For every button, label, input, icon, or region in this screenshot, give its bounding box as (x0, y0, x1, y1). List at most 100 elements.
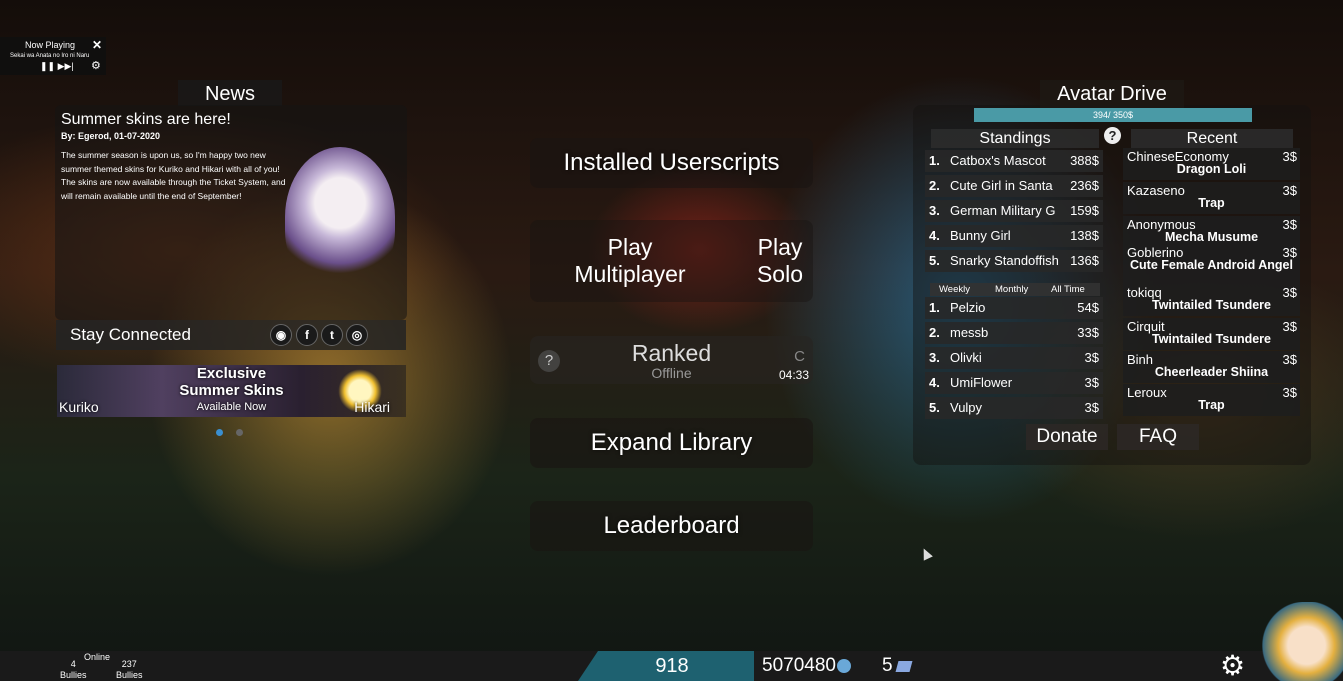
ticket-icon (895, 661, 913, 672)
ranked-status: Offline (651, 365, 692, 381)
news-byline: By: Egerod, 01-07-2020 (61, 131, 161, 141)
standings-rank: 4. (929, 228, 940, 243)
donor-name: Pelzio (950, 300, 986, 315)
donor-rank: 5. (929, 400, 940, 415)
expand-library-button[interactable]: Expand Library (530, 418, 813, 468)
promo-banner[interactable]: Exclusive Summer Skins Available Now Kur… (57, 365, 406, 417)
progress-text: 394/ 350$ (1092, 110, 1134, 120)
news-title: Summer skins are here! (61, 111, 231, 128)
donor-name: UmiFlower (950, 375, 1013, 390)
news-character-art (285, 147, 395, 287)
playback-controls[interactable]: ❚❚ ▶▶| (40, 61, 74, 72)
play-solo-button[interactable]: Play Solo (740, 234, 820, 288)
facebook-icon[interactable]: f (296, 324, 318, 346)
carousel-dots (216, 423, 256, 441)
donor-name: Vulpy (950, 400, 983, 415)
news-body: The summer season is upon us, so I'm hap… (61, 149, 296, 203)
recent-item: Cute Female Android Angel (1130, 258, 1293, 272)
promo-right-name: Hikari (354, 399, 390, 415)
gear-icon[interactable]: ⚙ (1220, 651, 1245, 681)
promo-left-name: Kuriko (59, 399, 99, 415)
standings-amount: 138$ (1070, 228, 1099, 243)
recent-row: Anonymous 3$ Mecha Musume (1123, 216, 1300, 244)
points-value: 5070480 (762, 655, 836, 676)
avatar[interactable] (1262, 602, 1343, 681)
faq-button[interactable]: FAQ (1117, 424, 1199, 450)
recent-amount: 3$ (1282, 285, 1297, 300)
tab-all-time[interactable]: All Time (1051, 283, 1085, 296)
recent-item: Trap (1198, 398, 1225, 412)
mouse-cursor-icon (919, 546, 933, 561)
standings-amount: 388$ (1070, 153, 1099, 168)
recent-amount: 3$ (1282, 352, 1297, 367)
recent-row: Binh 3$ Cheerleader Shiina (1123, 351, 1300, 383)
standings-name: German Military G (950, 203, 1056, 218)
standings-header: Standings (931, 129, 1099, 148)
tickets-value: 5 (882, 655, 893, 676)
recent-row: Kazaseno 3$ Trap (1123, 182, 1300, 214)
donor-row: 5. Vulpy 3$ (925, 397, 1103, 419)
news-panel: Summer skins are here! By: Egerod, 01-07… (55, 105, 407, 320)
news-header: News (178, 80, 282, 106)
donor-amount: 3$ (1084, 350, 1099, 365)
standings-row: 1. Catbox's Mascot 388$ (925, 150, 1103, 172)
online-left: 4 Bullies (60, 659, 87, 681)
donor-name: Olivki (950, 350, 982, 365)
donor-amount: 54$ (1077, 300, 1099, 315)
help-icon[interactable]: ? (1104, 127, 1121, 144)
close-icon[interactable]: ✕ (92, 38, 102, 52)
standings-name: Bunny Girl (950, 228, 1011, 243)
installed-userscripts-button[interactable]: Installed Userscripts (530, 138, 813, 188)
recent-row: Leroux 3$ Trap (1123, 384, 1300, 416)
standings-amount: 136$ (1070, 253, 1099, 268)
donor-rank: 4. (929, 375, 940, 390)
avatar-drive-progress: 394/ 350$ (974, 108, 1252, 122)
donate-button[interactable]: Donate (1026, 424, 1108, 450)
discord-icon[interactable]: ◉ (270, 324, 292, 346)
recent-row: tokiqq 3$ Twintailed Tsundere (1123, 284, 1300, 316)
ranked-button[interactable]: ? Ranked Offline C 04:33 (530, 336, 813, 384)
recent-item: Trap (1198, 196, 1225, 210)
standings-name: Catbox's Mascot (950, 153, 1046, 168)
standings-rank: 5. (929, 253, 940, 268)
online-right-count: 237 (121, 659, 137, 669)
twitter-icon[interactable]: t (321, 324, 343, 346)
recent-amount: 3$ (1282, 183, 1297, 198)
now-playing-title: Now Playing (25, 40, 76, 50)
leaderboard-button[interactable]: Leaderboard (530, 501, 813, 551)
play-multiplayer-button[interactable]: Play Multiplayer (560, 234, 700, 288)
standings-name: Snarky Standoffish (950, 253, 1059, 268)
online-left-count: 4 (70, 659, 76, 669)
points-display: 5070480 (762, 651, 851, 681)
news-paragraph: The summer season is upon us, so I'm hap… (61, 150, 280, 174)
ranked-timer: 04:33 (778, 368, 809, 382)
tab-weekly[interactable]: Weekly (939, 283, 970, 296)
recent-header: Recent (1131, 129, 1293, 148)
recent-amount: 3$ (1282, 217, 1297, 232)
standings-amount: 236$ (1070, 178, 1099, 193)
recent-item: Twintailed Tsundere (1152, 298, 1271, 312)
standings-row: 5. Snarky Standoffish 136$ (925, 250, 1103, 272)
standings-rank: 3. (929, 203, 940, 218)
standings-row: 2. Cute Girl in Santa 236$ (925, 175, 1103, 197)
avatar-drive-title: Avatar Drive (1040, 80, 1184, 108)
recent-row: ChineseEconomy 3$ Dragon Loli (1123, 148, 1300, 180)
ranked-label: Ranked (631, 340, 712, 366)
play-panel: Play Multiplayer Play Solo (530, 220, 813, 302)
recent-user: Leroux (1127, 385, 1167, 400)
stay-connected-bar: Stay Connected ◉ f t ◎ (56, 320, 406, 350)
recent-item: Dragon Loli (1176, 162, 1247, 176)
gear-icon[interactable]: ⚙ (91, 59, 101, 72)
online-counter: Online 4 Bullies 237 Bullies (56, 651, 156, 681)
recent-row: Cirquit 3$ Twintailed Tsundere (1123, 318, 1300, 350)
now-playing-widget: Now Playing ✕ Sekai wa Anata no Iro ni N… (0, 37, 106, 75)
carousel-dot[interactable] (216, 429, 223, 436)
tab-monthly[interactable]: Monthly (995, 283, 1028, 296)
online-right: 237 Bullies (116, 659, 143, 681)
carousel-dot[interactable] (236, 429, 243, 436)
online-left-label: Bullies (60, 670, 87, 680)
standings-name: Cute Girl in Santa (950, 178, 1053, 193)
globe-icon[interactable]: ◎ (346, 324, 368, 346)
promo-title-line: Summer Skins (179, 382, 284, 399)
donor-amount: 33$ (1077, 325, 1099, 340)
